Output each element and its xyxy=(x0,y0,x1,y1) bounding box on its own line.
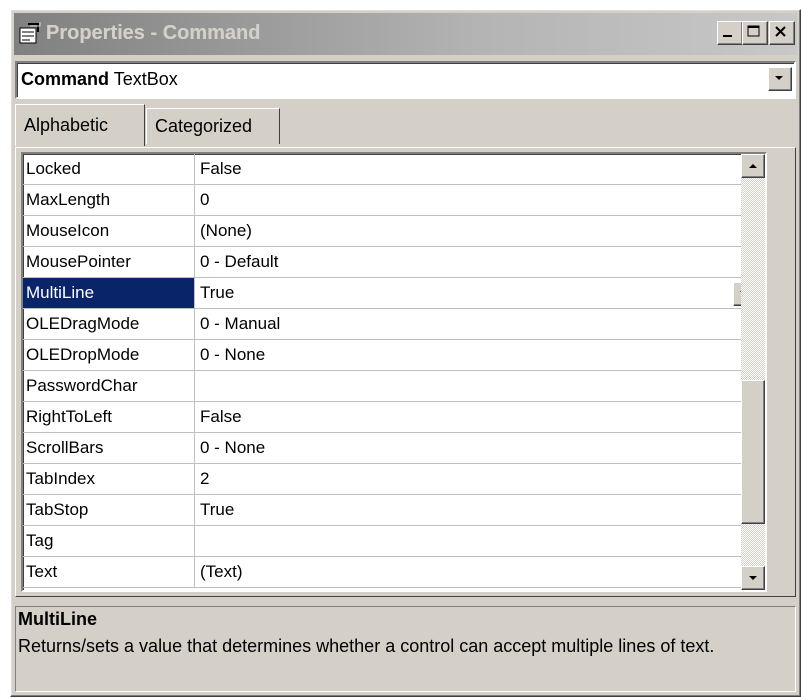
property-value[interactable] xyxy=(196,526,762,556)
property-name: MultiLine xyxy=(23,278,195,308)
tab-alphabetic[interactable]: Alphabetic xyxy=(15,104,145,146)
property-name: MaxLength xyxy=(23,185,195,215)
property-name: RightToLeft xyxy=(23,402,195,432)
close-icon xyxy=(770,22,794,42)
description-text: Returns/sets a value that determines whe… xyxy=(18,636,715,656)
property-name: MousePointer xyxy=(23,247,195,277)
property-value[interactable]: (None) xyxy=(196,216,762,246)
property-panel: Locked False MaxLength 0 MouseIcon (None… xyxy=(15,147,796,597)
object-type: TextBox xyxy=(113,69,178,89)
property-row[interactable]: OLEDragMode 0 - Manual xyxy=(23,309,765,340)
maximize-button[interactable] xyxy=(742,21,768,45)
property-value[interactable]: True xyxy=(196,278,762,308)
property-name: TabIndex xyxy=(23,464,195,494)
property-row[interactable]: Text (Text) xyxy=(23,557,765,588)
property-row[interactable]: OLEDropMode 0 - None xyxy=(23,340,765,371)
chevron-down-icon xyxy=(769,68,791,88)
title-bar[interactable]: Properties - Command xyxy=(14,13,797,55)
tab-categorized[interactable]: Categorized xyxy=(146,108,280,144)
description-pane: MultiLine Returns/sets a value that dete… xyxy=(15,606,796,692)
chevron-up-icon xyxy=(742,155,764,177)
property-row-selected[interactable]: MultiLine True xyxy=(23,278,765,309)
property-row[interactable]: TabIndex 2 xyxy=(23,464,765,495)
property-value[interactable]: 0 - Default xyxy=(196,247,762,277)
minimize-icon xyxy=(718,22,742,42)
property-value[interactable]: 0 - Manual xyxy=(196,309,762,339)
scroll-down-button[interactable] xyxy=(741,566,765,590)
object-name: Command xyxy=(21,69,110,89)
scrollbar-thumb[interactable] xyxy=(741,380,765,524)
object-selector[interactable]: Command TextBox xyxy=(15,61,796,99)
property-value[interactable]: 2 xyxy=(196,464,762,494)
properties-window: Properties - Command Command TextBox Alp… xyxy=(10,9,801,697)
chevron-down-icon xyxy=(742,567,764,589)
property-value[interactable]: (Text) xyxy=(196,557,762,587)
scroll-up-button[interactable] xyxy=(741,154,765,178)
property-name: Text xyxy=(23,557,195,587)
property-row[interactable]: Locked False xyxy=(23,154,765,185)
property-grid: Locked False MaxLength 0 MouseIcon (None… xyxy=(21,152,767,592)
property-name: PasswordChar xyxy=(23,371,195,401)
property-value[interactable]: 0 - None xyxy=(196,433,762,463)
properties-icon xyxy=(18,22,42,46)
maximize-icon xyxy=(743,22,767,42)
property-name: TabStop xyxy=(23,495,195,525)
property-name: OLEDragMode xyxy=(23,309,195,339)
property-name: MouseIcon xyxy=(23,216,195,246)
property-row[interactable]: MouseIcon (None) xyxy=(23,216,765,247)
property-value[interactable]: True xyxy=(196,495,762,525)
close-button[interactable] xyxy=(769,21,795,45)
property-value[interactable]: 0 - None xyxy=(196,340,762,370)
property-row[interactable]: ScrollBars 0 - None xyxy=(23,433,765,464)
property-name: OLEDropMode xyxy=(23,340,195,370)
vertical-scrollbar[interactable] xyxy=(741,154,765,590)
property-name: ScrollBars xyxy=(23,433,195,463)
minimize-button[interactable] xyxy=(717,21,743,45)
property-row[interactable]: Tag xyxy=(23,526,765,557)
window-title: Properties - Command xyxy=(46,22,261,44)
property-row[interactable]: MaxLength 0 xyxy=(23,185,765,216)
property-value[interactable]: False xyxy=(196,402,762,432)
property-row[interactable]: PasswordChar xyxy=(23,371,765,402)
description-title: MultiLine xyxy=(18,609,97,629)
property-row[interactable]: RightToLeft False xyxy=(23,402,765,433)
property-row[interactable]: MousePointer 0 - Default xyxy=(23,247,765,278)
property-row[interactable]: TabStop True xyxy=(23,495,765,526)
object-selector-dropdown-button[interactable] xyxy=(768,67,792,91)
property-name: Locked xyxy=(23,154,195,184)
property-value[interactable]: False xyxy=(196,154,762,184)
property-value[interactable] xyxy=(196,371,762,401)
property-value[interactable]: 0 xyxy=(196,185,762,215)
property-name: Tag xyxy=(23,526,195,556)
